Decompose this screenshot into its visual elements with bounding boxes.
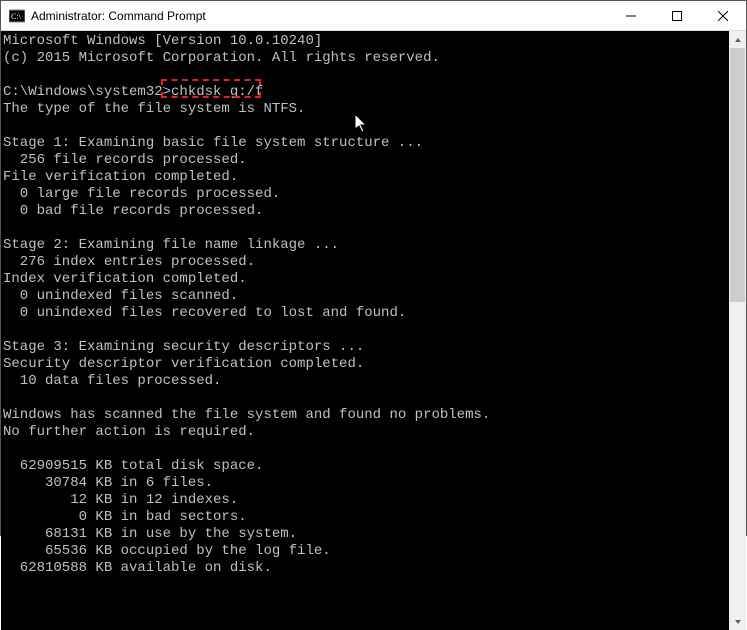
- text-line: 0 unindexed files scanned.: [3, 288, 238, 304]
- text-line: Microsoft Windows [Version 10.0.10240]: [3, 33, 322, 49]
- text-line: 0 bad file records processed.: [3, 203, 263, 219]
- window-title: Administrator: Command Prompt: [31, 9, 206, 23]
- text-line: Stage 3: Examining security descriptors …: [3, 339, 364, 355]
- text-line: Index verification completed.: [3, 271, 247, 287]
- prompt-line: C:\Windows\system32>chkdsk g:/f: [3, 84, 263, 100]
- scroll-track[interactable]: [729, 48, 746, 613]
- titlebar[interactable]: C:\ Administrator: Command Prompt: [1, 1, 746, 31]
- scroll-thumb[interactable]: [730, 48, 745, 302]
- scroll-up-button[interactable]: [729, 31, 746, 48]
- text-line: 12 KB in 12 indexes.: [3, 492, 238, 508]
- close-button[interactable]: [700, 1, 746, 31]
- cmd-icon: C:\: [9, 8, 25, 24]
- text-line: (c) 2015 Microsoft Corporation. All righ…: [3, 50, 440, 66]
- text-line: The type of the file system is NTFS.: [3, 101, 305, 117]
- minimize-button[interactable]: [608, 1, 654, 31]
- text-line: 68131 KB in use by the system.: [3, 526, 297, 542]
- text-line: 0 unindexed files recovered to lost and …: [3, 305, 406, 321]
- text-line: 256 file records processed.: [3, 152, 247, 168]
- text-line: 65536 KB occupied by the log file.: [3, 543, 331, 559]
- text-line: Windows has scanned the file system and …: [3, 407, 490, 423]
- text-line: 62909515 KB total disk space.: [3, 458, 263, 474]
- text-line: No further action is required.: [3, 424, 255, 440]
- svg-text:C:\: C:\: [11, 12, 22, 21]
- text-line: Stage 1: Examining basic file system str…: [3, 135, 423, 151]
- vertical-scrollbar[interactable]: [729, 31, 746, 630]
- text-line: File verification completed.: [3, 169, 238, 185]
- text-line: 0 KB in bad sectors.: [3, 509, 247, 525]
- client-area: Microsoft Windows [Version 10.0.10240] (…: [1, 31, 746, 630]
- text-line: 62810588 KB available on disk.: [3, 560, 272, 576]
- terminal-output[interactable]: Microsoft Windows [Version 10.0.10240] (…: [1, 31, 729, 630]
- text-line: 10 data files processed.: [3, 373, 221, 389]
- text-line: Stage 2: Examining file name linkage ...: [3, 237, 339, 253]
- text-line: Security descriptor verification complet…: [3, 356, 364, 372]
- text-line: 276 index entries processed.: [3, 254, 255, 270]
- command-prompt-window: C:\ Administrator: Command Prompt Micros…: [0, 0, 747, 536]
- text-line: 0 large file records processed.: [3, 186, 280, 202]
- text-line: 30784 KB in 6 files.: [3, 475, 213, 491]
- maximize-button[interactable]: [654, 1, 700, 31]
- scroll-down-button[interactable]: [729, 613, 746, 630]
